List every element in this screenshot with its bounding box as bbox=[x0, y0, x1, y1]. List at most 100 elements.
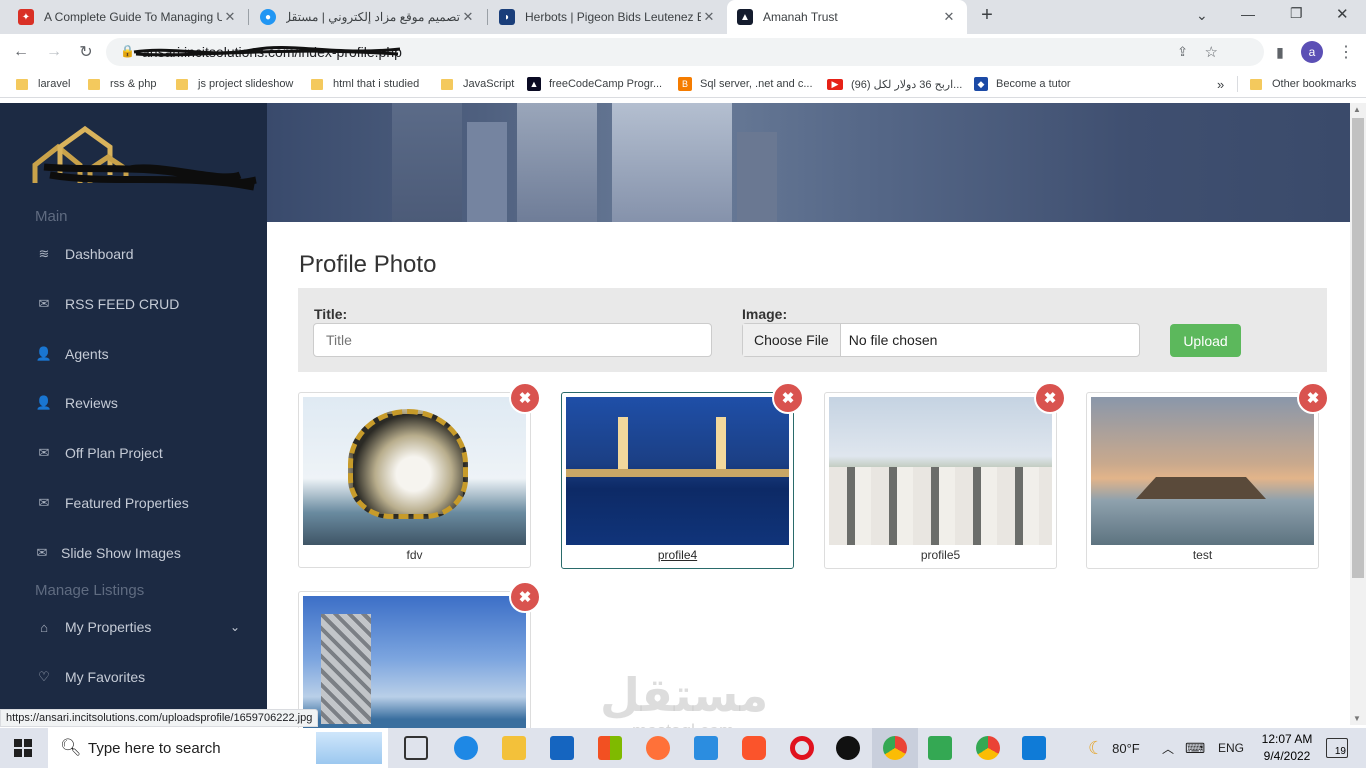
photo-card[interactable] bbox=[298, 591, 531, 736]
mosque-image bbox=[566, 397, 789, 545]
nav-my-favorites[interactable]: ♡ My Favorites bbox=[35, 666, 145, 688]
upload-form: Title: Image: Choose File No file chosen… bbox=[298, 288, 1327, 372]
new-tab-button[interactable]: + bbox=[976, 4, 998, 30]
section-main: Main bbox=[35, 208, 68, 225]
menu-dots-icon[interactable]: ⋮ bbox=[1334, 40, 1358, 64]
scrollbar-thumb[interactable] bbox=[1352, 118, 1364, 578]
nav-label: Agents bbox=[65, 346, 109, 362]
more-bookmarks-button[interactable]: » bbox=[1217, 76, 1224, 92]
bookmark-item[interactable]: js project slideshow bbox=[176, 76, 293, 92]
bookmark-item[interactable]: ◆ Become a tutor bbox=[974, 76, 1071, 92]
close-icon[interactable]: ✕ bbox=[460, 9, 476, 25]
close-icon[interactable]: ✕ bbox=[222, 9, 238, 25]
forward-icon[interactable]: → bbox=[42, 40, 66, 64]
app-icon[interactable] bbox=[1022, 736, 1046, 760]
close-icon[interactable]: ✕ bbox=[941, 9, 957, 25]
tab-search-icon[interactable]: ⌄ bbox=[1196, 7, 1208, 24]
nav-rss-feed[interactable]: ✉ RSS FEED CRUD bbox=[35, 293, 180, 315]
tab-title: Amanah Trust bbox=[763, 10, 838, 24]
scroll-up-icon[interactable]: ▲ bbox=[1353, 105, 1361, 114]
share-icon[interactable]: ⇪ bbox=[1177, 44, 1188, 60]
address-bar[interactable]: 🔒 ansari.incitsolutions.com/index-profil… bbox=[106, 38, 1264, 66]
weather-temp: 80°F bbox=[1112, 740, 1140, 756]
scroll-down-icon[interactable]: ▼ bbox=[1353, 714, 1361, 723]
nav-dashboard[interactable]: ≋ Dashboard bbox=[35, 243, 134, 265]
search-placeholder: Type here to search bbox=[88, 739, 221, 757]
tab-1[interactable]: ✦ A Complete Guide To Managing Use ✕ bbox=[8, 0, 248, 34]
weather-widget[interactable]: ☾ 80°F bbox=[1088, 728, 1140, 768]
bookmark-item[interactable]: B Sql server, .net and c... bbox=[678, 76, 813, 92]
bookmark-item[interactable]: html that i studied bbox=[311, 76, 419, 92]
tray-chevron-icon[interactable]: ︿ bbox=[1162, 728, 1174, 768]
choose-file-button[interactable]: Choose File bbox=[743, 324, 841, 356]
chrome-profile-icon[interactable] bbox=[976, 736, 1000, 760]
keyboard-icon[interactable]: ⌨ bbox=[1185, 728, 1205, 768]
photo-card-selected[interactable]: profile4 bbox=[561, 392, 794, 569]
logo bbox=[32, 125, 257, 191]
delete-photo-button[interactable]: ✖ bbox=[772, 382, 804, 414]
tab-3[interactable]: ◗ Herbots | Pigeon Bids Leutenez Edd ✕ bbox=[489, 0, 727, 34]
layers-icon: ≋ bbox=[38, 246, 50, 261]
bookmark-item[interactable]: JavaScript bbox=[441, 76, 514, 92]
chrome-active-taskbar[interactable] bbox=[872, 728, 918, 768]
edge-icon[interactable] bbox=[454, 736, 478, 760]
side-panel-icon[interactable]: ▮ bbox=[1268, 40, 1292, 64]
tab-2[interactable]: ● تصميم موقع مزاد إلكتروني | مستقل ✕ bbox=[250, 0, 486, 34]
tab-title: Herbots | Pigeon Bids Leutenez Edd bbox=[525, 10, 701, 24]
bookmark-label: html that i studied bbox=[333, 78, 420, 90]
photo-card[interactable]: fdv bbox=[298, 392, 531, 568]
bookmark-label: js project slideshow bbox=[198, 78, 294, 90]
store-icon[interactable] bbox=[598, 736, 622, 760]
delete-photo-button[interactable]: ✖ bbox=[509, 382, 541, 414]
back-icon[interactable]: ← bbox=[9, 40, 33, 64]
tab-divider bbox=[487, 9, 488, 25]
restore-icon[interactable]: ❐ bbox=[1290, 5, 1303, 22]
nav-my-properties[interactable]: ⌂ My Properties ⌄ bbox=[35, 616, 240, 638]
task-view-icon[interactable] bbox=[404, 736, 428, 760]
nav-agents[interactable]: 👤 Agents bbox=[35, 343, 109, 365]
minimize-icon[interactable]: — bbox=[1241, 6, 1255, 22]
bookmark-item[interactable]: rss & php bbox=[88, 76, 156, 92]
bookmark-item[interactable]: ▲ freeCodeCamp Progr... bbox=[527, 76, 662, 92]
photo-caption[interactable]: profile4 bbox=[562, 548, 793, 562]
delete-photo-button[interactable]: ✖ bbox=[509, 581, 541, 613]
firefox-icon[interactable] bbox=[646, 736, 670, 760]
vscode-icon[interactable] bbox=[694, 736, 718, 760]
taskbar-search[interactable]: 🔍︎ Type here to search bbox=[48, 728, 388, 768]
language-indicator[interactable]: ENG bbox=[1218, 728, 1244, 768]
delete-photo-button[interactable]: ✖ bbox=[1034, 382, 1066, 414]
bookmark-star-icon[interactable]: ☆ bbox=[1205, 43, 1218, 61]
mail-app-icon[interactable] bbox=[550, 736, 574, 760]
nav-off-plan[interactable]: ✉ Off Plan Project bbox=[35, 442, 163, 464]
windows-start-icon[interactable] bbox=[14, 739, 32, 757]
profile-avatar[interactable]: a bbox=[1301, 41, 1323, 63]
delete-photo-button[interactable]: ✖ bbox=[1297, 382, 1329, 414]
nav-label: Reviews bbox=[65, 395, 118, 411]
nav-slideshow[interactable]: ✉ Slide Show Images bbox=[35, 542, 181, 564]
file-input[interactable]: Choose File No file chosen bbox=[742, 323, 1140, 357]
opera-icon[interactable] bbox=[790, 736, 814, 760]
tab-4-active[interactable]: ▲ Amanah Trust ✕ bbox=[727, 0, 967, 34]
clock[interactable]: 12:07 AM 9/4/2022 bbox=[1256, 731, 1318, 765]
clock-time: 12:07 AM bbox=[1261, 732, 1313, 746]
reload-icon[interactable]: ↻ bbox=[74, 40, 98, 64]
bookmark-label: Sql server, .net and c... bbox=[700, 78, 813, 90]
tiktok-icon[interactable] bbox=[836, 736, 860, 760]
brave-icon[interactable] bbox=[742, 736, 766, 760]
nav-label: RSS FEED CRUD bbox=[65, 296, 180, 312]
window-close-icon[interactable]: ✕ bbox=[1336, 5, 1349, 23]
title-input[interactable] bbox=[313, 323, 712, 357]
nav-reviews[interactable]: 👤 Reviews bbox=[35, 392, 118, 414]
photo-card[interactable]: profile5 bbox=[824, 392, 1057, 569]
nav-featured[interactable]: ✉ Featured Properties bbox=[35, 492, 189, 514]
file-explorer-icon[interactable] bbox=[502, 736, 526, 760]
chat-icon[interactable] bbox=[928, 736, 952, 760]
nav-label: Slide Show Images bbox=[61, 545, 181, 561]
other-bookmarks[interactable]: Other bookmarks bbox=[1250, 76, 1356, 92]
notifications-icon[interactable]: 19 bbox=[1326, 738, 1348, 758]
bookmark-item[interactable]: laravel bbox=[16, 76, 70, 92]
upload-button[interactable]: Upload bbox=[1170, 324, 1241, 357]
close-icon[interactable]: ✕ bbox=[701, 9, 717, 25]
bookmark-item[interactable]: ▶ (96) اربح 36 دولار لكل... bbox=[827, 76, 962, 92]
photo-card[interactable]: test bbox=[1086, 392, 1319, 569]
